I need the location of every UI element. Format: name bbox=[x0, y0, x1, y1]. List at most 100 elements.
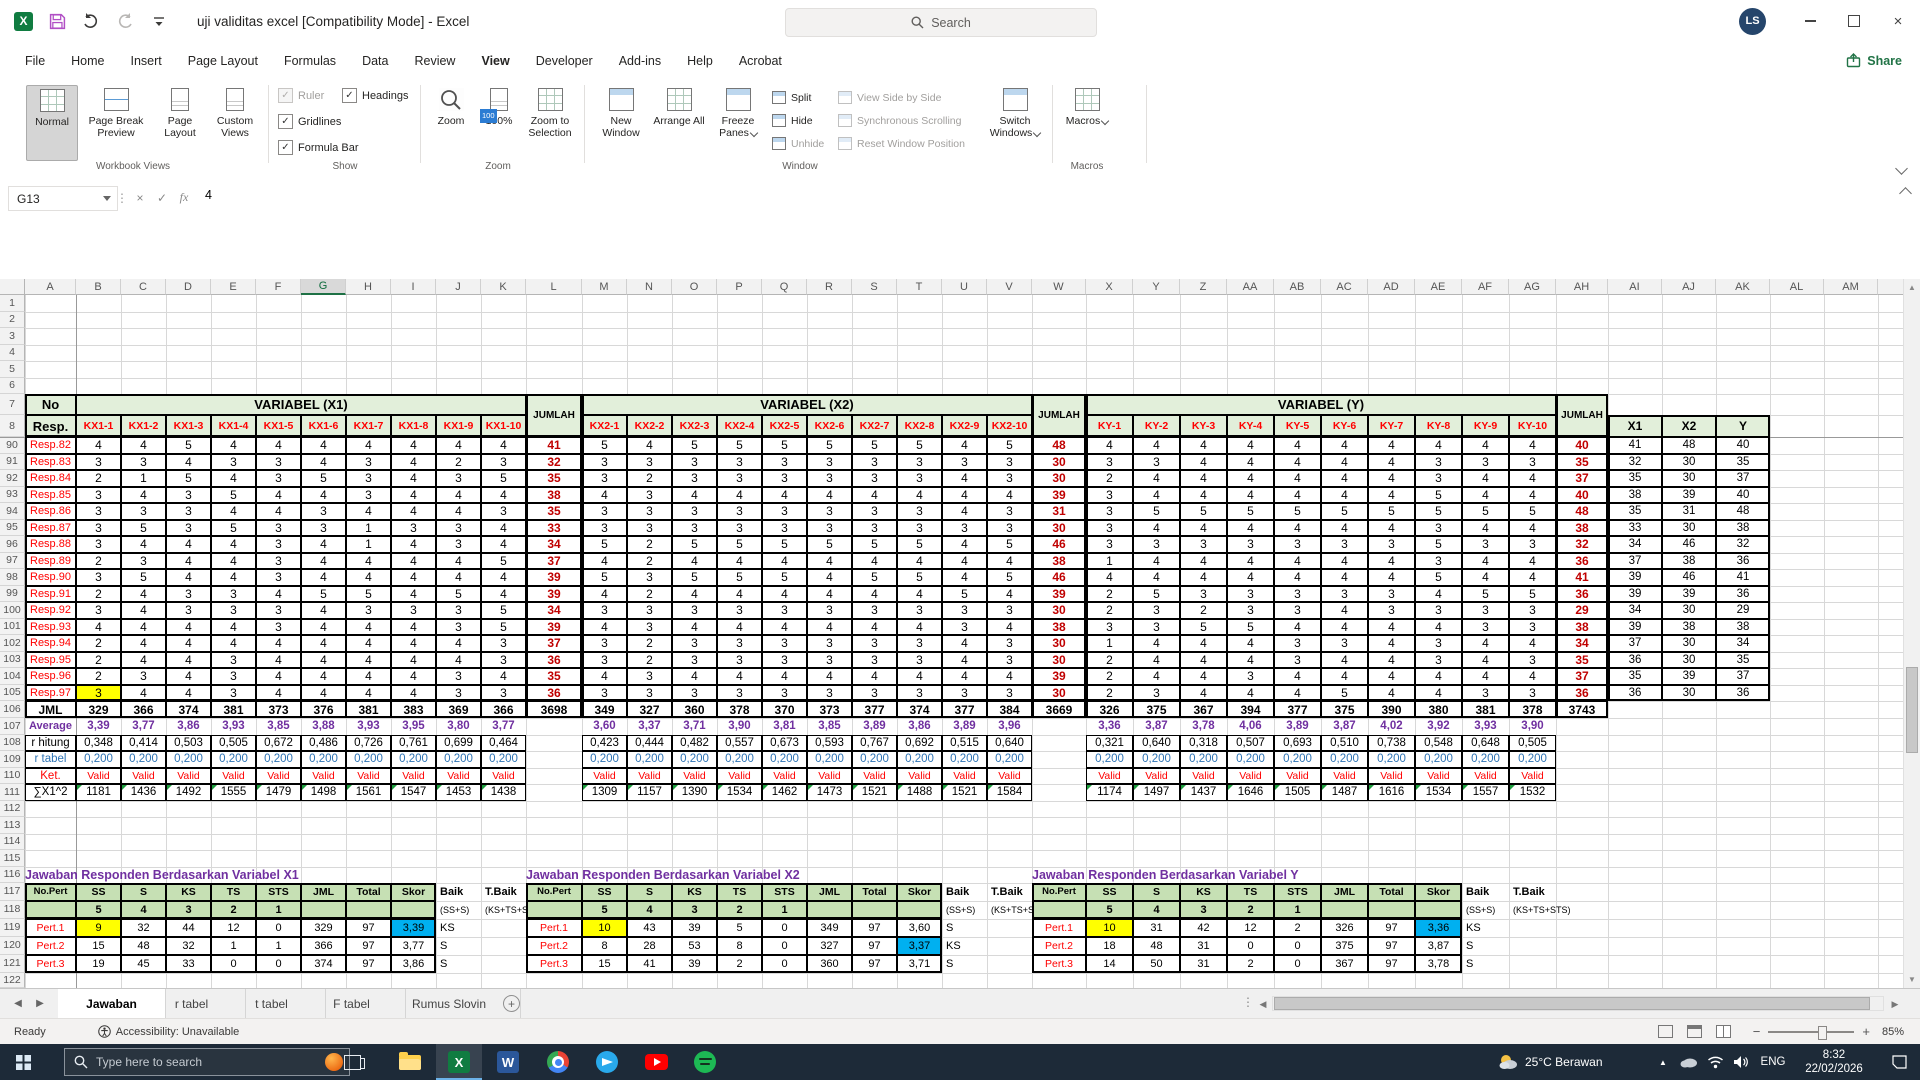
taskbar-clock[interactable]: 8:3222/02/2026 bbox=[1792, 1044, 1876, 1080]
column-header-M[interactable]: M bbox=[582, 279, 627, 295]
column-header-T[interactable]: T bbox=[897, 279, 942, 295]
cell-P93[interactable]: 4 bbox=[717, 487, 762, 504]
menu-tab-acrobat[interactable]: Acrobat bbox=[726, 42, 795, 79]
cell-K91[interactable]: 3 bbox=[481, 454, 526, 471]
cell-Y102[interactable]: 4 bbox=[1133, 635, 1180, 652]
row-header-92[interactable]: 92 bbox=[0, 470, 25, 487]
cell-AE108[interactable]: 0,548 bbox=[1415, 735, 1462, 752]
cell-N100[interactable]: 3 bbox=[627, 602, 672, 619]
cell-L119[interactable]: Pert.1 bbox=[526, 919, 582, 937]
cell-E103[interactable]: 3 bbox=[211, 652, 256, 669]
cell-U92[interactable]: 4 bbox=[942, 470, 987, 487]
column-header-partial[interactable] bbox=[1878, 279, 1903, 295]
cell-X94[interactable]: 3 bbox=[1086, 503, 1133, 520]
cell-K90[interactable]: 4 bbox=[481, 437, 526, 454]
cell-X99[interactable]: 2 bbox=[1086, 586, 1133, 603]
cell-E110[interactable]: Valid bbox=[211, 768, 256, 785]
cell-M109[interactable]: 0,200 bbox=[582, 751, 627, 768]
cell-AE107[interactable]: 3,92 bbox=[1415, 718, 1462, 735]
row-header-117[interactable]: 117 bbox=[0, 883, 25, 901]
cell-O104[interactable]: 4 bbox=[672, 668, 717, 685]
arrange-all-button[interactable]: Arrange All bbox=[652, 85, 706, 159]
cell-AA108[interactable]: 0,507 bbox=[1227, 735, 1274, 752]
cell-Y95[interactable]: 4 bbox=[1133, 520, 1180, 537]
cell-A90[interactable]: Resp.82 bbox=[25, 437, 76, 454]
cell-R95[interactable]: 3 bbox=[807, 520, 852, 537]
cell-D100[interactable]: 3 bbox=[166, 602, 211, 619]
cell-AE92[interactable]: 3 bbox=[1415, 470, 1462, 487]
cell-T107[interactable]: 3,86 bbox=[897, 718, 942, 735]
cell-L94[interactable]: 35 bbox=[526, 503, 582, 520]
row-header-101[interactable]: 101 bbox=[0, 619, 25, 636]
zoom-slider[interactable] bbox=[1768, 1031, 1854, 1033]
cell-I95[interactable]: 3 bbox=[391, 520, 436, 537]
cell-T93[interactable]: 4 bbox=[897, 487, 942, 504]
cell-AI91[interactable]: 32 bbox=[1608, 454, 1662, 471]
cell-U98[interactable]: 4 bbox=[942, 569, 987, 586]
cell-M95[interactable]: 3 bbox=[582, 520, 627, 537]
cell-AD108[interactable]: 0,738 bbox=[1368, 735, 1415, 752]
column-header-O[interactable]: O bbox=[672, 279, 717, 295]
cell-O117[interactable]: KS bbox=[672, 883, 717, 901]
cell-H105[interactable]: 4 bbox=[346, 685, 391, 702]
normal-view-icon[interactable] bbox=[1658, 1025, 1673, 1038]
cell-Y105[interactable]: 3 bbox=[1133, 685, 1180, 702]
cell-AG97[interactable]: 4 bbox=[1509, 553, 1556, 570]
cell-U117[interactable]: Baik bbox=[942, 883, 987, 901]
cell-Z109[interactable]: 0,200 bbox=[1180, 751, 1227, 768]
row-header-91[interactable]: 91 bbox=[0, 454, 25, 471]
cell-M92[interactable]: 3 bbox=[582, 470, 627, 487]
menu-tab-view[interactable]: View bbox=[468, 42, 522, 82]
cell-AD91[interactable]: 4 bbox=[1368, 454, 1415, 471]
cell-N104[interactable]: 3 bbox=[627, 668, 672, 685]
cell-S107[interactable]: 3,89 bbox=[852, 718, 897, 735]
row-header-106[interactable]: 106 bbox=[0, 701, 25, 718]
cell-V98[interactable]: 5 bbox=[987, 569, 1032, 586]
cell-U97[interactable]: 4 bbox=[942, 553, 987, 570]
cell-G8[interactable]: KX1-6 bbox=[301, 415, 346, 437]
cell-Z98[interactable]: 4 bbox=[1180, 569, 1227, 586]
cell-AK93[interactable]: 40 bbox=[1716, 487, 1770, 504]
cell-C118[interactable]: 4 bbox=[121, 901, 166, 919]
column-header-F[interactable]: F bbox=[256, 279, 301, 295]
cell-X98[interactable]: 4 bbox=[1086, 569, 1133, 586]
row-header-97[interactable]: 97 bbox=[0, 553, 25, 570]
cell-AA95[interactable]: 4 bbox=[1227, 520, 1274, 537]
cell-F8[interactable]: KX1-5 bbox=[256, 415, 301, 437]
cell-AF109[interactable]: 0,200 bbox=[1462, 751, 1509, 768]
cell-AA92[interactable]: 4 bbox=[1227, 470, 1274, 487]
cell-AF120[interactable]: S bbox=[1462, 937, 1509, 955]
cell-K117[interactable]: T.Baik bbox=[481, 883, 526, 901]
cell-E90[interactable]: 4 bbox=[211, 437, 256, 454]
cell-V105[interactable]: 3 bbox=[987, 685, 1032, 702]
cell-I118[interactable] bbox=[391, 901, 436, 919]
row-header-104[interactable]: 104 bbox=[0, 668, 25, 685]
cell-K101[interactable]: 5 bbox=[481, 619, 526, 636]
cell-T110[interactable]: Valid bbox=[897, 768, 942, 785]
hide-button[interactable]: Hide bbox=[772, 114, 813, 127]
cell-Y99[interactable]: 5 bbox=[1133, 586, 1180, 603]
cell-AD8[interactable]: KY-7 bbox=[1368, 415, 1415, 437]
cell-M96[interactable]: 5 bbox=[582, 536, 627, 553]
cell-AE120[interactable]: 3,87 bbox=[1415, 937, 1462, 955]
cell-B8[interactable]: KX1-1 bbox=[76, 415, 121, 437]
cell-A93[interactable]: Resp.85 bbox=[25, 487, 76, 504]
cell-J96[interactable]: 3 bbox=[436, 536, 481, 553]
cell-AH105[interactable]: 36 bbox=[1556, 685, 1608, 702]
cell-AA97[interactable]: 4 bbox=[1227, 553, 1274, 570]
cell-AF90[interactable]: 4 bbox=[1462, 437, 1509, 454]
confirm-entry-icon[interactable]: ✓ bbox=[152, 186, 172, 209]
column-header-D[interactable]: D bbox=[166, 279, 211, 295]
cell-W90[interactable]: 48 bbox=[1032, 437, 1086, 454]
cell-P98[interactable]: 5 bbox=[717, 569, 762, 586]
cell-W7-W8[interactable]: JUMLAH bbox=[1032, 394, 1086, 437]
cell-M106[interactable]: 349 bbox=[582, 701, 627, 718]
cell-AG110[interactable]: Valid bbox=[1509, 768, 1556, 785]
name-box[interactable]: G13 bbox=[8, 186, 118, 211]
cell-O121[interactable]: 39 bbox=[672, 955, 717, 973]
cell-P90[interactable]: 5 bbox=[717, 437, 762, 454]
cell-AG94[interactable]: 5 bbox=[1509, 503, 1556, 520]
cell-AA120[interactable]: 0 bbox=[1227, 937, 1274, 955]
cell-H90[interactable]: 4 bbox=[346, 437, 391, 454]
cell-I111[interactable]: 1547 bbox=[391, 784, 436, 801]
